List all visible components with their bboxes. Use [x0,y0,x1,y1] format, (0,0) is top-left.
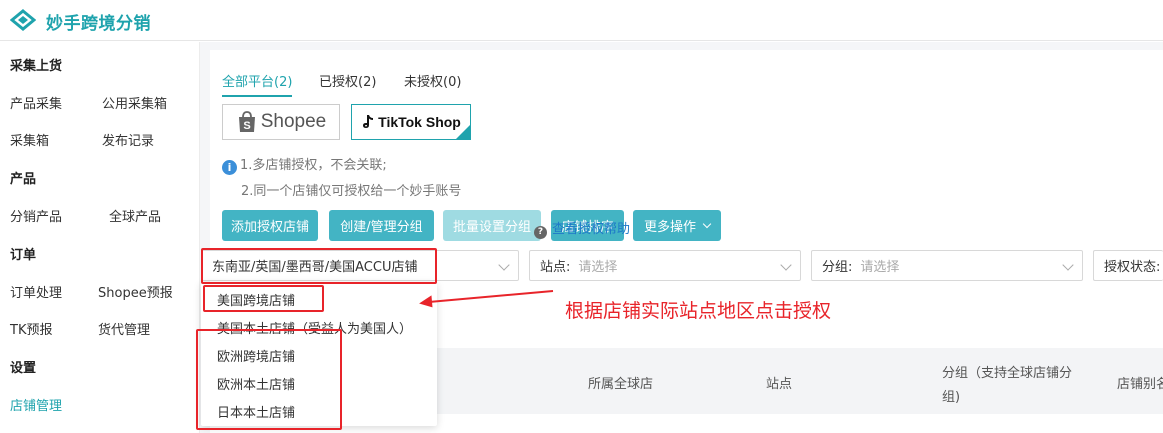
option-us-cross-border[interactable]: 美国跨境店铺 [217,290,295,309]
sidebar-item-distribution-products[interactable]: 分销产品 [10,206,62,225]
group-select[interactable]: 分组: 请选择 [811,250,1083,281]
platform-tiktok-card[interactable]: TikTok Shop [351,104,471,140]
platform-tiktok-label: TikTok Shop [378,114,461,130]
option-us-local[interactable]: 美国本土店铺（受益人为美国人） [217,318,412,337]
auth-status-label: 授权状态: [1104,260,1161,275]
option-eu-local[interactable]: 欧洲本土店铺 [217,374,295,393]
chevron-down-icon [702,219,712,228]
diamond-logo-icon [10,9,36,31]
info-line-1: i 1.多店铺授权，不会关联; [222,154,387,175]
sidebar-item-public-collect-box[interactable]: 公用采集箱 [102,93,167,112]
shopee-bag-icon: S [238,111,255,132]
sidebar-item-product-collect[interactable]: 产品采集 [10,93,62,112]
sidebar-section-collect: 采集上货 [10,59,63,74]
more-actions-label: 更多操作 [643,220,696,235]
svg-text:S: S [243,120,250,132]
site-select-placeholder: 请选择 [578,260,618,275]
tab-authorized[interactable]: 已授权(2) [319,71,376,90]
site-select-label: 站点: [540,260,571,275]
platform-shopee-card[interactable]: S Shopee [222,104,340,140]
sidebar-item-collect-box[interactable]: 采集箱 [10,130,49,149]
sidebar-item-shop-management[interactable]: 店铺管理 [10,395,62,414]
sidebar-item-shopee-forecast[interactable]: Shopee预报 [98,282,173,301]
option-eu-cross-border[interactable]: 欧洲跨境店铺 [217,346,295,365]
sidebar-item-publish-records[interactable]: 发布记录 [102,130,154,149]
th-group-line2: 组) [942,390,961,405]
sidebar: 采集上货 产品采集 公用采集箱 采集箱 发布记录 产品 分销产品 全球产品 订单… [0,42,200,433]
chevron-down-icon [1062,259,1074,271]
th-group-line1: 分组（支持全球店铺分 [942,366,1073,381]
platform-shopee-label: Shopee [260,111,327,132]
app-title: 妙手跨境分销 [46,14,151,34]
annotation-text: 根据店铺实际站点地区点击授权 [565,300,832,322]
auth-status-select[interactable]: 授权状态: [1093,250,1163,281]
add-shop-button[interactable]: 添加授权店铺 [222,210,318,241]
more-actions-button[interactable]: 更多操作 [633,210,721,241]
region-select-value: 东南亚/英国/墨西哥/美国ACCU店铺 [212,260,418,275]
group-select-label: 分组: [822,260,853,275]
tab-all-platforms[interactable]: 全部平台(2) [222,71,293,97]
question-icon: ? [534,226,547,239]
sidebar-section-product: 产品 [10,172,37,187]
manage-group-button[interactable]: 创建/管理分组 [329,210,434,241]
sidebar-item-global-products[interactable]: 全球产品 [109,206,161,225]
sidebar-section-settings: 设置 [10,361,37,376]
sidebar-section-orders: 订单 [10,248,37,263]
info-text-1: 1.多店铺授权，不会关联; [240,158,387,173]
help-link[interactable]: ? 查看授权帮助 [534,218,630,239]
th-global-shop: 所属全球店 [588,377,654,392]
th-alias: 店铺别名 [1117,377,1163,392]
selected-corner-marker [455,124,470,139]
info-text-2: 2.同一个店铺仅可授权给一个妙手账号 [241,184,462,199]
th-site: 站点 [766,377,793,392]
info-icon: i [222,160,237,175]
batch-group-button[interactable]: 批量设置分组 [443,210,541,241]
site-select[interactable]: 站点: 请选择 [529,250,801,281]
tab-unauthorized[interactable]: 未授权(0) [404,71,461,90]
app-header: 妙手跨境分销 [0,0,1163,41]
sidebar-item-forwarder-management[interactable]: 货代管理 [98,319,150,338]
option-japan-local[interactable]: 日本本土店铺 [217,402,295,421]
chevron-down-icon [780,259,792,271]
sidebar-item-tk-forecast[interactable]: TK预报 [10,319,52,338]
help-link-label: 查看授权帮助 [552,222,631,237]
group-select-placeholder: 请选择 [860,260,900,275]
region-select[interactable]: 东南亚/英国/墨西哥/美国ACCU店铺 [201,250,519,281]
sidebar-item-order-processing[interactable]: 订单处理 [10,282,62,301]
tiktok-note-icon [363,115,374,128]
region-dropdown-menu: 美国跨境店铺 美国本土店铺（受益人为美国人） 欧洲跨境店铺 欧洲本土店铺 日本本… [201,282,437,426]
red-arrow [419,290,554,308]
chevron-down-icon [498,259,510,271]
